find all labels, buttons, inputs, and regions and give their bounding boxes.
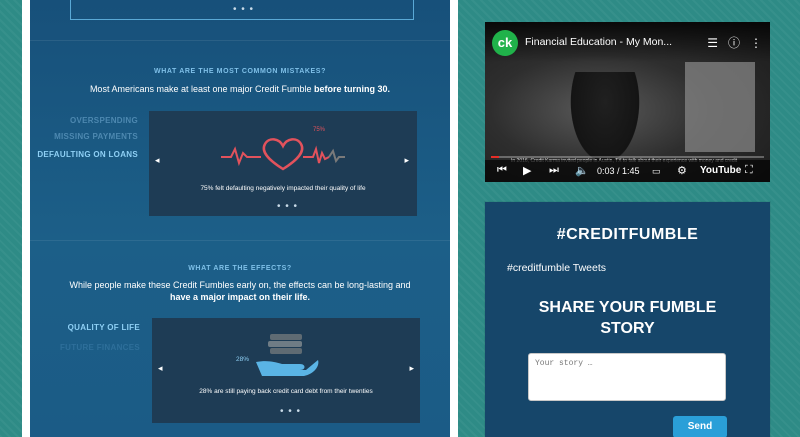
previous-slide-card: • • • xyxy=(70,0,414,20)
mistakes-percent-label: 75% xyxy=(313,127,326,133)
send-button[interactable]: Send xyxy=(673,416,727,437)
mistakes-pager-dots[interactable]: • • • xyxy=(277,201,298,212)
playlist-icon[interactable]: ☰ xyxy=(707,36,718,50)
mistakes-text: Most Americans make at least one major C… xyxy=(30,83,450,95)
effects-tabs: QUALITY OF LIFE FUTURE FINANCES xyxy=(30,323,140,353)
effects-text: While people make these Credit Fumbles e… xyxy=(30,279,450,303)
effects-heading: WHAT ARE THE EFFECTS? xyxy=(188,265,292,272)
share-title: SHARE YOUR FUMBLE STORY xyxy=(485,297,770,339)
video-top-icons: ☰ ⓘ ⋮ xyxy=(697,34,762,51)
effects-text-line1: While people make these Credit Fumbles e… xyxy=(69,280,411,290)
story-input[interactable] xyxy=(528,353,726,401)
share-title-line2: STORY xyxy=(600,320,655,337)
slide-prev-arrow[interactable]: ◂ xyxy=(155,155,160,166)
video-controls: ⏮ ▶ ⏭ 🔈 0:03 / 1:45 ▭ ⚙ YouTube ⛶ xyxy=(485,160,770,182)
tab-quality-of-life[interactable]: QUALITY OF LIFE xyxy=(68,323,140,332)
money-hand-icon xyxy=(256,334,319,376)
youtube-logo[interactable]: YouTube xyxy=(700,165,741,176)
video-progress-fill xyxy=(491,156,500,158)
fullscreen-icon[interactable]: ⛶ xyxy=(745,164,753,177)
youtube-video-player[interactable]: ck Financial Education - My Mon... ☰ⓘ⋮ I… xyxy=(485,22,770,182)
mistakes-heading: WHAT ARE THE MOST COMMON MISTAKES? xyxy=(154,68,326,75)
skip-next-icon[interactable]: ⏭ xyxy=(549,164,559,177)
effects-text-bold: have a major impact on their life. xyxy=(169,292,311,302)
volume-icon[interactable]: 🔈 xyxy=(575,164,589,177)
effects-slide-caption: 28% are still paying back credit card de… xyxy=(199,388,373,395)
info-icon[interactable]: ⓘ xyxy=(728,36,740,50)
channel-logo[interactable]: ck xyxy=(492,30,518,56)
video-background-window xyxy=(685,62,755,152)
skip-back-icon[interactable]: ⏮ xyxy=(497,164,507,177)
slide-next-arrow[interactable]: ▸ xyxy=(409,363,414,374)
settings-icon[interactable]: ⚙ xyxy=(677,164,687,177)
mistakes-tabs: OVERSPENDING MISSING PAYMENTS DEFAULTING… xyxy=(30,116,138,166)
slide-prev-arrow[interactable]: ◂ xyxy=(158,363,163,374)
effects-percent-label: 28% xyxy=(236,356,250,363)
mistakes-text-plain: Most Americans make at least one major C… xyxy=(89,84,315,94)
mistakes-slide-caption: 75% felt defaulting negatively impacted … xyxy=(200,185,366,192)
share-title-line1: SHARE YOUR FUMBLE xyxy=(538,299,717,316)
effects-slide: ◂ ▸ 28% 28% are still paying back credit… xyxy=(152,318,420,423)
video-progress-bar[interactable] xyxy=(491,156,764,158)
mistakes-slide: ◂ ▸ 75% 75% felt defaulting negatively i… xyxy=(149,111,417,216)
tab-defaulting-on-loans[interactable]: DEFAULTING ON LOANS xyxy=(37,150,138,159)
slide-next-arrow[interactable]: ▸ xyxy=(404,155,409,166)
hashtag-title: #CREDITFUMBLE xyxy=(556,226,699,243)
effects-pager-dots[interactable]: • • • xyxy=(280,406,301,417)
tweets-link[interactable]: #creditfumble Tweets xyxy=(507,262,606,274)
tab-future-finances[interactable]: FUTURE FINANCES xyxy=(60,343,140,352)
share-story-panel: #CREDITFUMBLE #creditfumble Tweets SHARE… xyxy=(485,202,770,437)
mistakes-text-bold: before turning 30. xyxy=(314,84,391,94)
captions-icon[interactable]: ▭ xyxy=(652,166,661,177)
more-icon[interactable]: ⋮ xyxy=(750,36,762,50)
section-divider xyxy=(30,240,450,241)
tab-missing-payments[interactable]: MISSING PAYMENTS xyxy=(54,132,138,141)
slide-pager-dots[interactable]: • • • xyxy=(233,4,254,15)
video-title[interactable]: Financial Education - My Mon... xyxy=(525,36,672,48)
video-time: 0:03 / 1:45 xyxy=(597,166,640,176)
tab-overspending[interactable]: OVERSPENDING xyxy=(70,116,138,125)
credit-fumble-infographic: • • • WHAT ARE THE MOST COMMON MISTAKES?… xyxy=(30,0,450,437)
heartbeat-heart-icon xyxy=(221,138,345,171)
play-icon[interactable]: ▶ xyxy=(523,164,531,177)
section-divider xyxy=(30,40,450,41)
